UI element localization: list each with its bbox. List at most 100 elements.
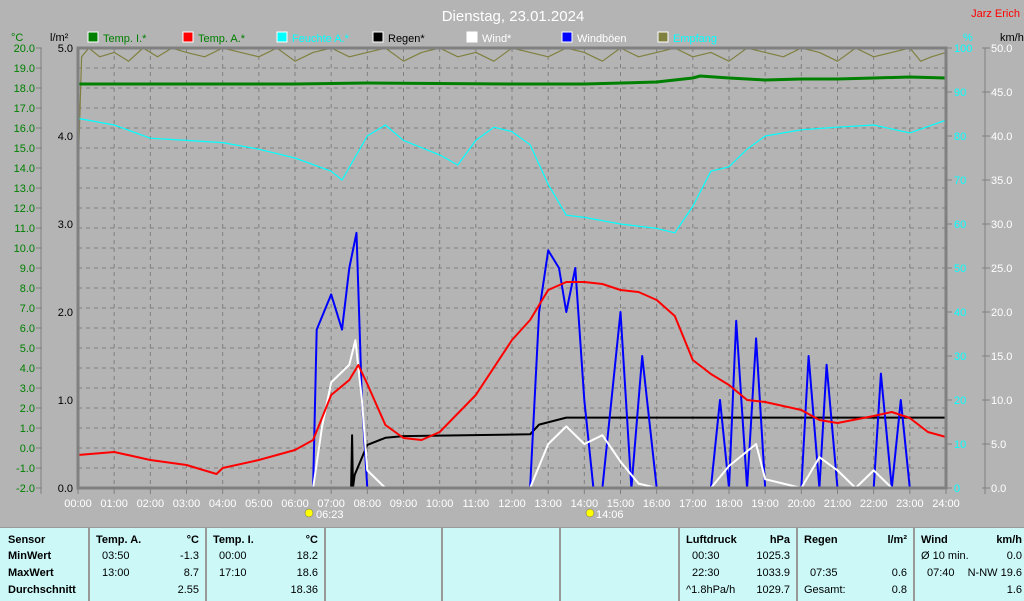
- x-tick-label: 16:00: [643, 498, 671, 510]
- rain-header: Regen: [804, 532, 838, 548]
- temp-i-avg: 18.36: [290, 582, 318, 598]
- temp-tick-label: 3.0: [20, 383, 35, 395]
- humidity-tick-label: 90: [954, 87, 966, 99]
- pressure-header: Luftdruck: [686, 532, 737, 548]
- rain-tick-label: 1.0: [58, 395, 73, 407]
- wind-tick-label: 25.0: [991, 263, 1012, 275]
- legend: Temp. I.* Temp. A.* Feuchte A.* Regen* Wind*…: [88, 32, 717, 45]
- humidity-tick-label: 100: [954, 43, 972, 55]
- x-tick-label: 05:00: [245, 498, 273, 510]
- humidity-tick-label: 0: [954, 483, 960, 495]
- sunrise-marker: 06:23: [305, 509, 344, 521]
- legend-label: Regen*: [388, 33, 425, 45]
- x-tick-label: 21:00: [824, 498, 852, 510]
- rain-tick-label: 0.0: [58, 483, 73, 495]
- temp-i-max-time: 17:10: [219, 565, 247, 581]
- sunset-marker: 14:06: [586, 509, 624, 521]
- rain-total: 0.8: [892, 582, 907, 598]
- temp-a-max: 8.7: [184, 565, 199, 581]
- legend-swatch: [562, 32, 572, 42]
- wind-tick-label: 50.0: [991, 43, 1012, 55]
- humidity-tick-label: 30: [954, 351, 966, 363]
- wind-tick-label: 10.0: [991, 395, 1012, 407]
- legend-label: Windböen: [577, 33, 627, 45]
- empty-col-3: [559, 528, 678, 601]
- temp-tick-label: -2.0: [16, 483, 35, 495]
- sunrise-time: 06:23: [316, 509, 344, 521]
- x-tick-label: 00:00: [64, 498, 92, 510]
- wind-tick-label: 15.0: [991, 351, 1012, 363]
- temp-tick-label: 1.0: [20, 423, 35, 435]
- temp-tick-label: 4.0: [20, 363, 35, 375]
- humidity-tick-label: 20: [954, 395, 966, 407]
- temp-i-unit: °C: [306, 532, 318, 548]
- temp-tick-label: 12.0: [14, 203, 35, 215]
- x-tick-label: 04:00: [209, 498, 237, 510]
- legend-swatch: [658, 32, 668, 42]
- wind-header: Wind: [921, 532, 948, 548]
- x-tick-label: 02:00: [137, 498, 165, 510]
- temp-tick-label: 19.0: [14, 63, 35, 75]
- x-tick-label: 08:00: [354, 498, 382, 510]
- pressure-unit: hPa: [770, 532, 790, 548]
- series-line-feuchte-a: [78, 118, 946, 232]
- rain-total-label: Gesamt:: [804, 582, 846, 598]
- legend-swatch: [183, 32, 193, 42]
- statistics-table: Sensor MinWert MaxWert Durchschnitt Temp…: [0, 527, 1024, 601]
- sunrise-icon: [305, 509, 313, 517]
- humidity-tick-label: 60: [954, 219, 966, 231]
- temp-a-unit: °C: [187, 532, 199, 548]
- temp-tick-label: 14.0: [14, 163, 35, 175]
- x-tick-label: 10:00: [426, 498, 454, 510]
- humidity-tick-label: 10: [954, 439, 966, 451]
- sunset-time: 14:06: [596, 509, 624, 521]
- temp-i-col: Temp. I. °C 00:00 18.2 17:10 18.6 18.36: [205, 528, 324, 601]
- legend-label: Temp. I.*: [103, 33, 147, 45]
- wind-tick-label: 35.0: [991, 175, 1012, 187]
- max-label: MaxWert: [8, 565, 54, 581]
- wind-tick-label: 0.0: [991, 483, 1006, 495]
- temp-a-min: -1.3: [180, 548, 199, 564]
- temp-tick-label: 13.0: [14, 183, 35, 195]
- temp-a-max-time: 13:00: [102, 565, 130, 581]
- min-label: MinWert: [8, 548, 51, 564]
- pressure-min-time: 00:30: [692, 548, 720, 564]
- temp-tick-label: 17.0: [14, 103, 35, 115]
- temp-tick-label: 6.0: [20, 323, 35, 335]
- legend-label: Empfang: [673, 33, 717, 45]
- temp-tick-label: 0.0: [20, 443, 35, 455]
- weather-chart: Dienstag, 23.01.2024 Jarz Erich °C l/m² …: [0, 0, 1024, 527]
- temp-a-col: Temp. A. °C 03:50 -1.3 13:00 8.7 2.55: [88, 528, 205, 601]
- x-tick-label: 01:00: [100, 498, 128, 510]
- temp-i-min: 18.2: [297, 548, 318, 564]
- sunset-icon: [586, 509, 594, 517]
- humidity-tick-label: 70: [954, 175, 966, 187]
- x-tick-label: 22:00: [860, 498, 888, 510]
- pressure-avg: 1029.7: [756, 582, 790, 598]
- legend-swatch: [467, 32, 477, 42]
- x-tick-label: 17:00: [679, 498, 707, 510]
- wind-unit: km/h: [996, 532, 1022, 548]
- wind-tick-label: 40.0: [991, 131, 1012, 143]
- legend-label: Feuchte A.*: [292, 33, 350, 45]
- temp-i-min-time: 00:00: [219, 548, 247, 564]
- legend-label: Temp. A.*: [198, 33, 246, 45]
- rain-max-time: 07:35: [810, 565, 838, 581]
- chart-title: Dienstag, 23.01.2024: [442, 8, 585, 25]
- legend-swatch: [88, 32, 98, 42]
- pressure-max-time: 22:30: [692, 565, 720, 581]
- x-tick-label: 19:00: [751, 498, 779, 510]
- x-tick-label: 14:00: [571, 498, 599, 510]
- legend-label: Wind*: [482, 33, 512, 45]
- x-tick-label: 18:00: [715, 498, 743, 510]
- wind-max: N-NW 19.6: [968, 565, 1022, 581]
- rain-unit: l/m²: [887, 532, 907, 548]
- pressure-col: Luftdruck hPa 00:30 1025.3 22:30 1033.9 …: [678, 528, 796, 601]
- temp-tick-label: 5.0: [20, 343, 35, 355]
- pressure-min: 1025.3: [756, 548, 790, 564]
- rain-tick-label: 4.0: [58, 131, 73, 143]
- temp-tick-label: 16.0: [14, 123, 35, 135]
- x-tick-label: 12:00: [498, 498, 526, 510]
- wind-avg10: 0.0: [1007, 548, 1022, 564]
- temp-tick-label: 2.0: [20, 403, 35, 415]
